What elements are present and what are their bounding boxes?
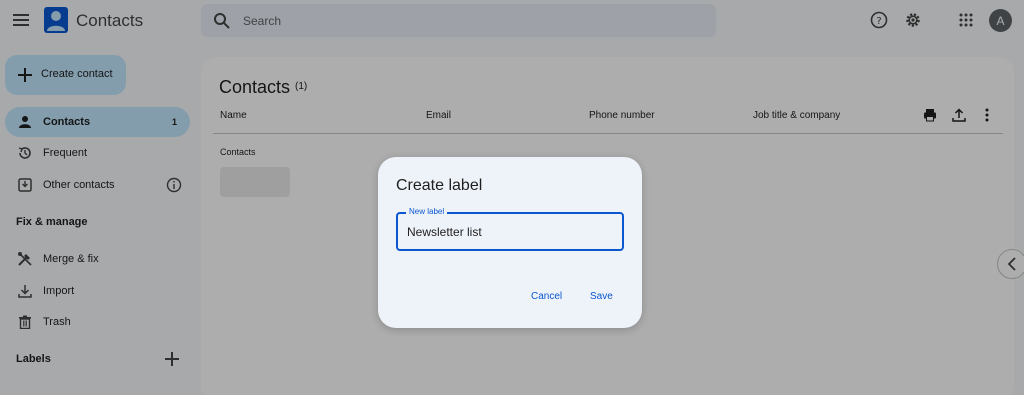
new-label-field[interactable]: New label (396, 207, 624, 251)
create-label-dialog: Create label New label Cancel Save (378, 157, 642, 328)
dialog-title: Create label (396, 177, 483, 194)
save-button[interactable]: Save (590, 291, 613, 302)
new-label-input[interactable] (407, 223, 612, 241)
cancel-button[interactable]: Cancel (531, 291, 562, 302)
new-label-field-label: New label (406, 207, 448, 216)
